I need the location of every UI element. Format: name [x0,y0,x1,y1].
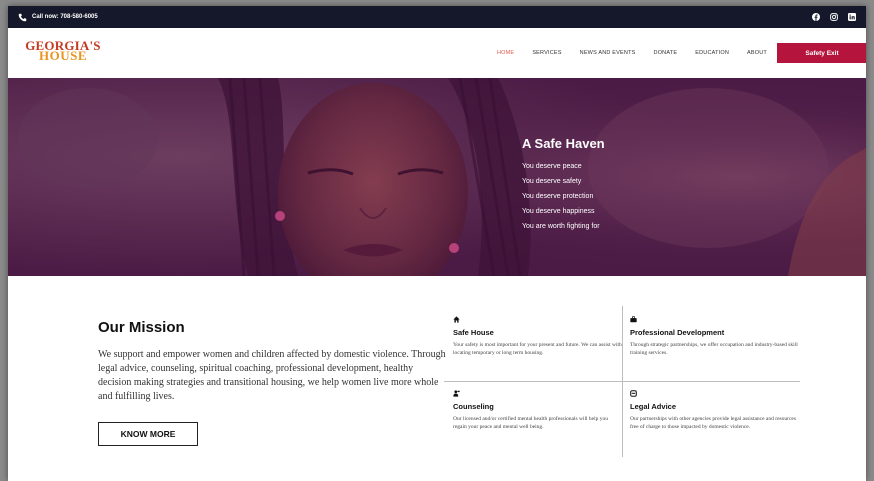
service-title: Professional Development [630,328,725,337]
mission-body: We support and empower women and childre… [98,349,446,402]
briefcase-icon [630,316,637,323]
services-grid: Safe House Your safety is most important… [444,306,800,457]
nav-menu: HOME SERVICES NEWS AND EVENTS DONATE EDU… [497,28,785,78]
safety-exit-button[interactable]: Safety Exit [777,43,866,63]
service-card-counseling: Counseling Our licensed and/or certified… [453,390,623,431]
nav-item-donate[interactable]: DONATE [654,50,678,56]
hero-banner: A Safe Haven You deserve peace You deser… [8,78,866,276]
grid-divider-horizontal [444,381,800,382]
instagram-icon[interactable] [830,13,838,21]
know-more-button[interactable]: KNOW MORE [98,422,198,446]
page-frame: Call now: 708-580-6005 GEORGIA'S HOUSE H… [8,6,866,481]
hero-tint-overlay [8,78,866,276]
scales-icon [630,390,637,397]
hero-line: You are worth fighting for [522,223,600,230]
service-card-professional-development: Professional Development Through strateg… [630,316,800,357]
hero-line: You deserve happiness [522,208,595,215]
site-logo[interactable]: GEORGIA'S HOUSE [22,39,104,62]
call-link[interactable]: Call now: 708-580-6005 [18,13,98,22]
mission-title: Our Mission [98,319,185,336]
service-card-legal-advice: Legal Advice Our partnerships with other… [630,390,800,431]
main-navigation: GEORGIA'S HOUSE HOME SERVICES NEWS AND E… [8,28,866,78]
hero-text-block: A Safe Haven You deserve peace You deser… [522,136,605,234]
house-icon [453,316,460,323]
service-text: Your safety is most important for your p… [453,342,622,356]
mission-section: Our Mission We support and empower women… [98,319,448,404]
service-title: Counseling [453,402,494,411]
social-links [812,13,856,21]
nav-item-services[interactable]: SERVICES [532,50,561,56]
service-card-safe-house: Safe House Your safety is most important… [453,316,623,357]
service-title: Legal Advice [630,402,676,411]
hero-line: You deserve protection [522,193,594,200]
service-text: Our partnerships with other agencies pro… [630,416,797,430]
nav-item-education[interactable]: EDUCATION [695,50,729,56]
phone-text: Call now: 708-580-6005 [32,14,98,20]
hero-line: You deserve peace [522,163,582,170]
linkedin-icon[interactable] [848,13,856,21]
phone-icon [18,13,27,21]
nav-item-home[interactable]: HOME [497,50,514,56]
service-title: Safe House [453,328,494,337]
facebook-icon[interactable] [812,13,820,21]
hero-title: A Safe Haven [522,136,605,151]
service-text: Through strategic partnerships, we offer… [630,342,798,356]
nav-item-news-and-events[interactable]: NEWS AND EVENTS [580,50,636,56]
service-text: Our licensed and/or certified mental hea… [453,416,609,430]
hero-line: You deserve safety [522,178,582,185]
counselor-icon [453,390,460,397]
nav-item-about[interactable]: ABOUT [747,50,767,56]
top-bar: Call now: 708-580-6005 [8,6,866,28]
